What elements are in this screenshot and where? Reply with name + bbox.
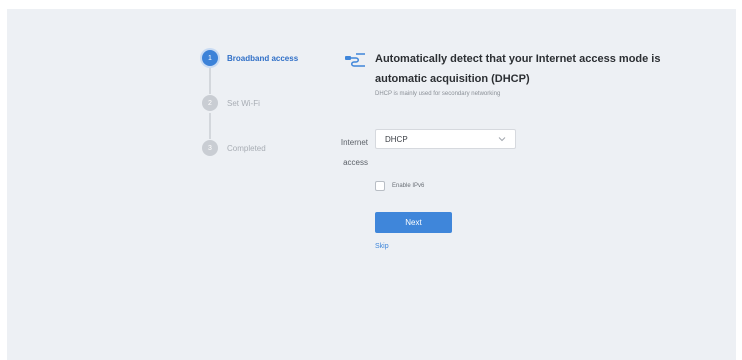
next-button[interactable]: Next: [375, 212, 452, 233]
chevron-down-icon: [498, 137, 506, 142]
step-number-badge: 2: [202, 95, 218, 111]
step-number-badge: 3: [202, 140, 218, 156]
page-subtitle: DHCP is mainly used for secondary networ…: [375, 91, 501, 97]
step-label: Set Wi-Fi: [227, 98, 260, 108]
internet-access-select[interactable]: DHCP: [375, 129, 516, 149]
skip-link[interactable]: Skip: [375, 243, 389, 250]
router-icon: [345, 53, 365, 67]
internet-access-label-line2: access: [343, 158, 368, 167]
page-title: Automatically detect that your Internet …: [375, 53, 661, 85]
internet-access-label-line1: Internet: [340, 138, 368, 147]
setup-wizard-panel: 1 Broadband access 2 Set Wi-Fi 3 Complet…: [7, 9, 736, 360]
step-broadband-access: 1 Broadband access: [202, 50, 298, 66]
stepper-connector: [209, 113, 211, 139]
internet-access-label: Internet access: [328, 133, 368, 173]
enable-ipv6-option[interactable]: Enable IPv6: [375, 181, 424, 191]
enable-ipv6-checkbox[interactable]: [375, 181, 385, 191]
step-label: Broadband access: [227, 53, 299, 63]
step-number-badge: 1: [202, 50, 218, 66]
step-label: Completed: [227, 143, 266, 153]
step-set-wifi: 2 Set Wi-Fi: [202, 95, 260, 111]
step-completed: 3 Completed: [202, 140, 266, 156]
internet-access-selected-value: DHCP: [385, 134, 408, 144]
enable-ipv6-label: Enable IPv6: [392, 183, 425, 189]
stepper-connector: [209, 68, 211, 94]
